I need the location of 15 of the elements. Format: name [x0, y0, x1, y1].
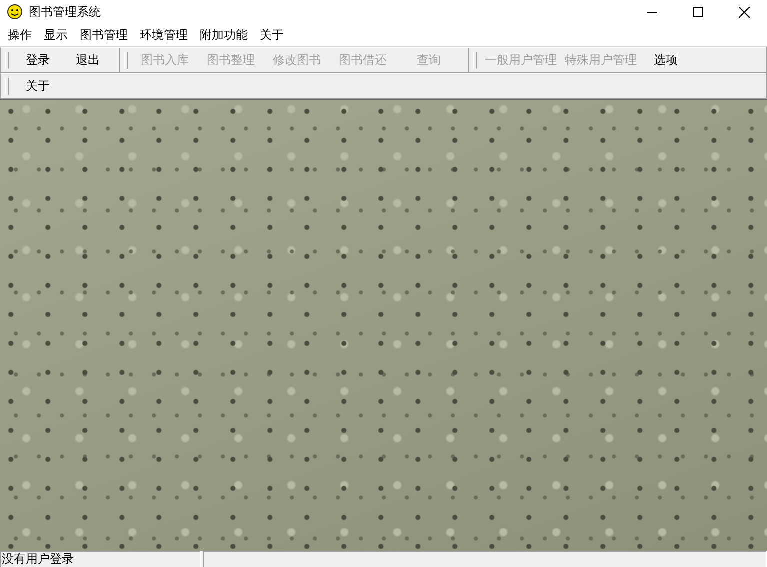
toolbar-button[interactable]: 登录	[13, 49, 63, 71]
status-message: 没有用户登录	[0, 551, 201, 567]
menu-item[interactable]: 关于	[254, 26, 290, 44]
smiley-icon	[7, 4, 23, 20]
menu-item[interactable]: 附加功能	[194, 26, 254, 44]
menu-item[interactable]: 操作	[2, 26, 38, 44]
menu-item[interactable]: 环境管理	[134, 26, 194, 44]
menu-item[interactable]: 图书管理	[74, 26, 134, 44]
menu-item[interactable]: 显示	[38, 26, 74, 44]
toolbar-button[interactable]: 退出	[63, 49, 113, 71]
toolbar-button[interactable]: 选项	[641, 49, 691, 71]
toolbar-button[interactable]: 关于	[13, 75, 63, 97]
close-icon	[738, 6, 750, 18]
maximize-icon	[693, 7, 703, 17]
window-title: 图书管理系统	[29, 4, 101, 20]
